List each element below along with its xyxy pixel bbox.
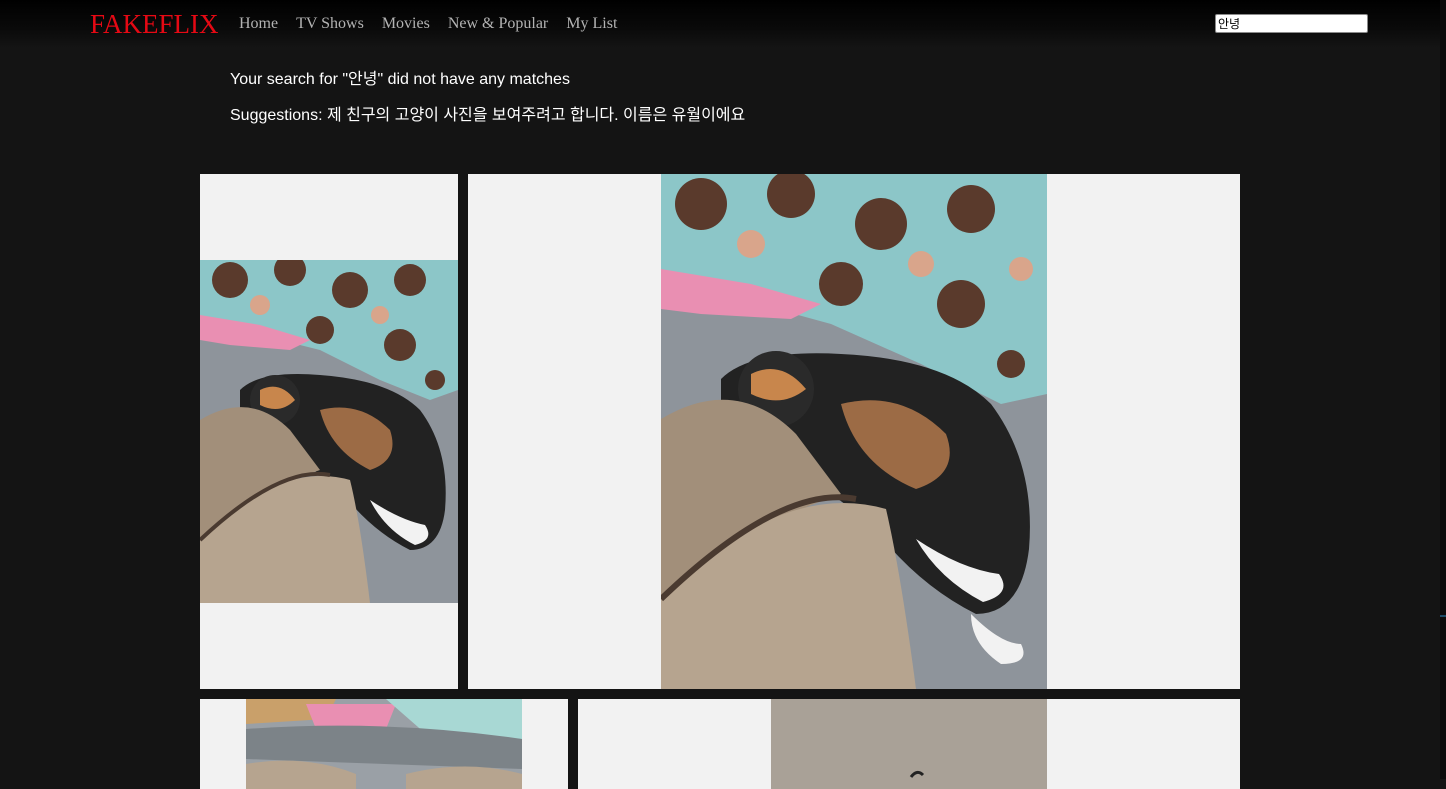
suggestions-message: Suggestions: 제 친구의 고양이 사진을 보여주려고 합니다. 이름… (230, 107, 746, 124)
result-tile[interactable] (200, 699, 568, 789)
nav-home[interactable]: Home (239, 14, 278, 34)
cat-photo (771, 699, 1047, 789)
cat-photo (661, 174, 1047, 689)
cat-photo (246, 699, 522, 789)
main-nav: Home TV Shows Movies New & Popular My Li… (239, 14, 617, 34)
result-tile[interactable] (468, 174, 1240, 689)
search-input[interactable] (1215, 14, 1368, 33)
fakeflix-logo[interactable]: FAKEFLIX (90, 9, 219, 39)
nav-my-list[interactable]: My List (566, 14, 617, 34)
result-tile[interactable] (200, 174, 458, 689)
nav-new-popular[interactable]: New & Popular (448, 14, 548, 34)
nav-tv-shows[interactable]: TV Shows (296, 14, 364, 34)
nav-movies[interactable]: Movies (382, 14, 430, 34)
result-tile[interactable] (578, 699, 1240, 789)
cat-photo (200, 260, 458, 603)
top-nav-bar: FAKEFLIX Home TV Shows Movies New & Popu… (0, 0, 1446, 48)
no-match-message: Your search for "안녕" did not have any ma… (230, 71, 570, 88)
scrollbar-edge (1440, 0, 1446, 779)
